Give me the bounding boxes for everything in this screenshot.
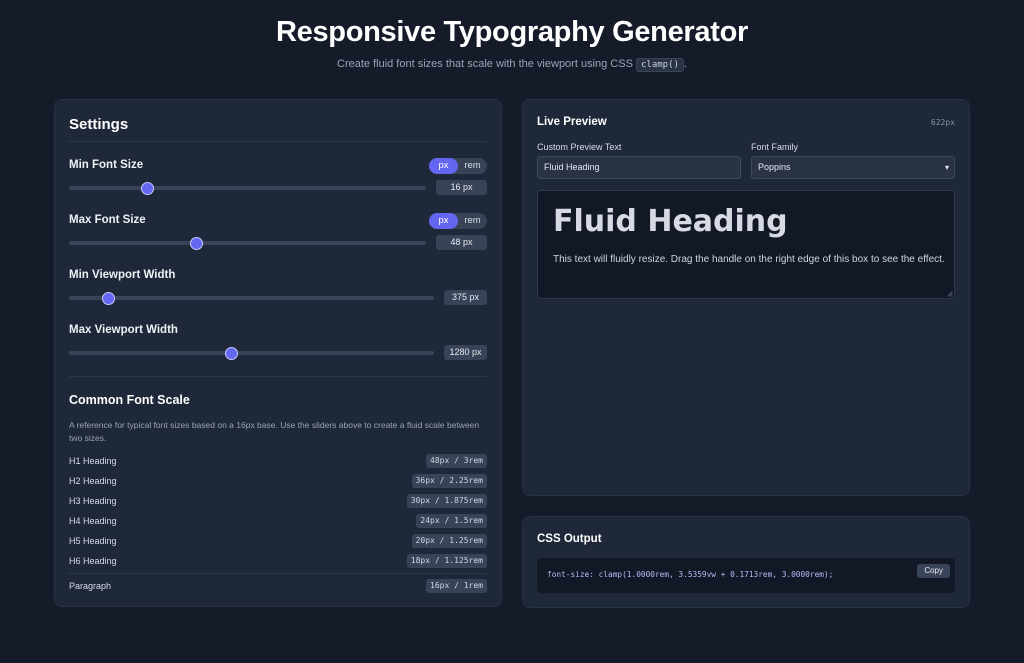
scale-name: H4 Heading xyxy=(69,516,117,526)
css-code-text: font-size: clamp(1.0000rem, 3.5359vw + 0… xyxy=(547,570,834,579)
max-font-size-label: Max Font Size xyxy=(69,214,146,226)
min-font-unit-rem[interactable]: rem xyxy=(458,158,487,174)
scale-row-h3: H3 Heading 30px / 1.875rem xyxy=(69,494,487,509)
preview-width-readout: 622px xyxy=(930,118,955,127)
min-viewport-slider[interactable] xyxy=(69,291,434,305)
scale-row-h5: H5 Heading 20px / 1.25rem xyxy=(69,534,487,549)
settings-divider xyxy=(69,141,487,142)
scale-row-h4: H4 Heading 24px / 1.5rem xyxy=(69,514,487,529)
max-viewport-label: Max Viewport Width xyxy=(69,324,178,336)
scale-value: 18px / 1.125rem xyxy=(406,554,487,568)
min-viewport-value: 375 px xyxy=(444,290,487,305)
scale-name: H2 Heading xyxy=(69,476,117,486)
scale-value: 24px / 1.5rem xyxy=(416,514,487,528)
min-font-unit-px[interactable]: px xyxy=(429,158,458,174)
min-font-unit-toggle: px rem xyxy=(429,158,487,174)
scale-value: 36px / 2.25rem xyxy=(411,474,487,488)
settings-title: Settings xyxy=(69,116,129,133)
scale-value: 30px / 1.875rem xyxy=(406,494,487,508)
max-font-unit-rem[interactable]: rem xyxy=(458,213,487,229)
scale-row-paragraph: Paragraph 16px / 1rem xyxy=(69,579,487,594)
chevron-down-icon: ▾ xyxy=(944,163,949,172)
font-family-label: Font Family xyxy=(751,142,799,152)
scale-divider xyxy=(69,376,487,377)
preview-title: Live Preview xyxy=(537,116,607,128)
copy-button[interactable]: Copy xyxy=(917,564,950,578)
min-font-size-label: Min Font Size xyxy=(69,159,144,171)
preview-text-label: Custom Preview Text xyxy=(537,142,622,152)
scale-value: 16px / 1rem xyxy=(426,579,487,593)
preview-body-text: This text will fluidly resize. Drag the … xyxy=(553,254,945,265)
scale-description: A reference for typical font sizes based… xyxy=(69,420,480,443)
page-subtitle: Create fluid font sizes that scale with … xyxy=(0,58,1024,72)
min-font-size-value: 16 px xyxy=(436,180,487,195)
css-code-box: font-size: clamp(1.0000rem, 3.5359vw + 0… xyxy=(537,558,955,593)
output-title: CSS Output xyxy=(537,533,602,545)
scale-value: 48px / 3rem xyxy=(426,454,487,468)
settings-panel: Settings Min Font Size px rem 16 px Max … xyxy=(54,99,502,607)
scale-name: Paragraph xyxy=(69,581,112,591)
scale-value: 20px / 1.25rem xyxy=(411,534,487,548)
paragraph-divider xyxy=(69,573,487,574)
output-panel: CSS Output font-size: clamp(1.0000rem, 3… xyxy=(522,516,970,608)
max-font-unit-toggle: px rem xyxy=(429,213,487,229)
subtitle-text: Create fluid font sizes that scale with … xyxy=(337,58,633,70)
max-font-size-value: 48 px xyxy=(436,235,487,250)
font-family-select[interactable]: Poppins ▾ xyxy=(751,156,955,179)
page-title: Responsive Typography Generator xyxy=(275,16,748,48)
subtitle-suffix: . xyxy=(683,58,687,70)
max-font-size-thumb[interactable] xyxy=(189,236,203,250)
subtitle-code: clamp() xyxy=(635,58,684,72)
min-viewport-label: Min Viewport Width xyxy=(69,269,176,281)
font-family-value: Poppins xyxy=(758,162,791,172)
scale-name: H1 Heading xyxy=(69,456,117,466)
min-font-size-thumb[interactable] xyxy=(141,181,155,195)
preview-resizable-box[interactable]: Fluid Heading This text will fluidly res… xyxy=(537,190,955,299)
resize-grip-icon[interactable] xyxy=(947,291,953,297)
max-font-unit-px[interactable]: px xyxy=(429,213,458,229)
min-viewport-thumb[interactable] xyxy=(102,291,116,305)
min-font-size-slider[interactable] xyxy=(69,181,426,195)
preview-panel: Live Preview 622px Custom Preview Text F… xyxy=(522,99,970,496)
scale-name: H6 Heading xyxy=(69,556,117,566)
max-viewport-value: 1280 px xyxy=(444,345,487,360)
preview-text-input[interactable]: Fluid Heading xyxy=(537,156,741,179)
max-viewport-slider[interactable] xyxy=(69,346,434,360)
max-viewport-thumb[interactable] xyxy=(225,346,239,360)
max-font-size-slider[interactable] xyxy=(69,236,426,250)
scale-row-h2: H2 Heading 36px / 2.25rem xyxy=(69,474,487,489)
preview-heading: Fluid Heading xyxy=(553,204,788,239)
scale-name: H5 Heading xyxy=(69,536,117,546)
scale-title: Common Font Scale xyxy=(69,393,190,407)
scale-name: H3 Heading xyxy=(69,496,117,506)
scale-row-h6: H6 Heading 18px / 1.125rem xyxy=(69,554,487,569)
scale-row-h1: H1 Heading 48px / 3rem xyxy=(69,454,487,469)
